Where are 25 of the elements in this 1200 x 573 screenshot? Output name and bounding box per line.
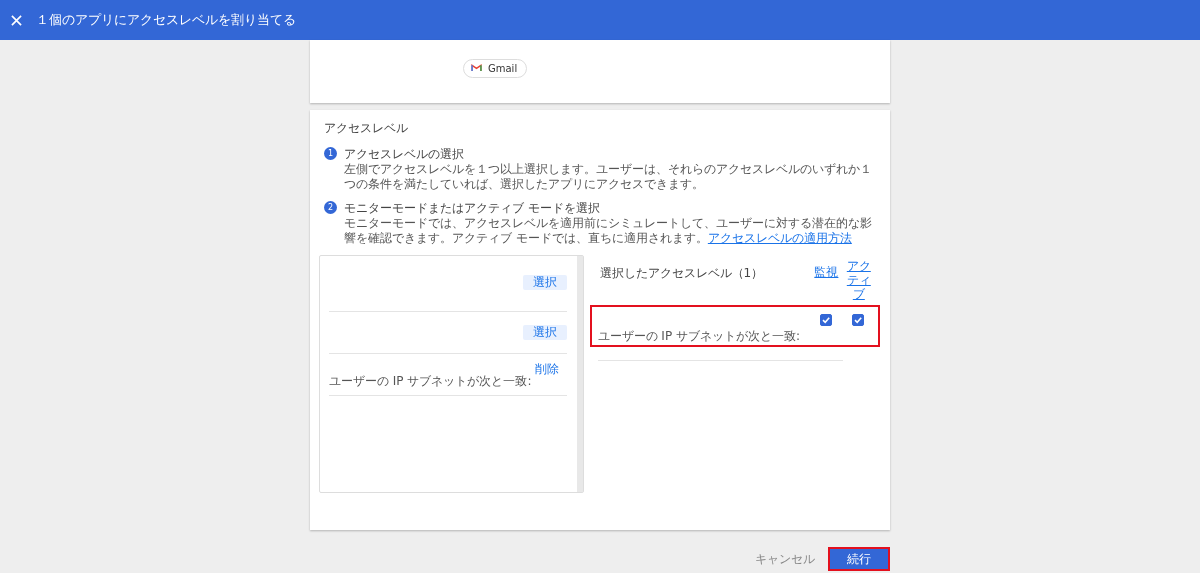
app-name: Gmail [488,62,518,74]
select-button[interactable]: 選択 [522,275,567,290]
active-checkbox[interactable] [852,314,864,326]
column-header-link[interactable]: 監視 [813,265,840,279]
remove-button[interactable]: 削除 [534,361,559,378]
step-number: 2 [324,201,337,214]
step-title: アクセスレベルの選択 [344,147,465,162]
continue-button[interactable]: 続行 [828,547,890,571]
cancel-button[interactable]: キャンセル [749,549,821,569]
help-link[interactable]: アクセスレベルの適用方法 [707,231,852,245]
mail-icon [471,64,482,72]
monitor-checkbox[interactable] [820,314,832,326]
step-description: モニターモードでは、アクセスレベルを適用前にシミュレートして、ユーザーに対する潜在的な影響を確認できます。アクティブ モードでは、直ちに適用されます。アクセスレベルの適用方法 [344,216,873,246]
column-header-link[interactable]: アクティブ [845,259,872,301]
level-name: ユーザーの IP サブネットが次と一致: [597,328,800,345]
scrollbar[interactable] [576,256,583,492]
dialog-title: １個のアプリにアクセスレベルを割り当てる [36,11,296,29]
step-number: 1 [324,147,337,160]
step-title: モニターモードまたはアクティブ モードを選択 [344,201,601,216]
close-icon[interactable] [11,14,22,26]
select-button[interactable]: 選択 [522,325,567,340]
step-description: 左側でアクセスレベルを１つ以上選択します。ユーザーは、それらのアクセスレベルのいずれか１つの条件を満たしていれば、選択したアプリにアクセスできます。 [344,162,873,192]
section-title: アクセスレベル [324,120,409,137]
level-name: ユーザーの IP サブネットが次と一致: [329,373,532,390]
selected-levels-heading: 選択したアクセスレベル（1） [599,265,765,282]
